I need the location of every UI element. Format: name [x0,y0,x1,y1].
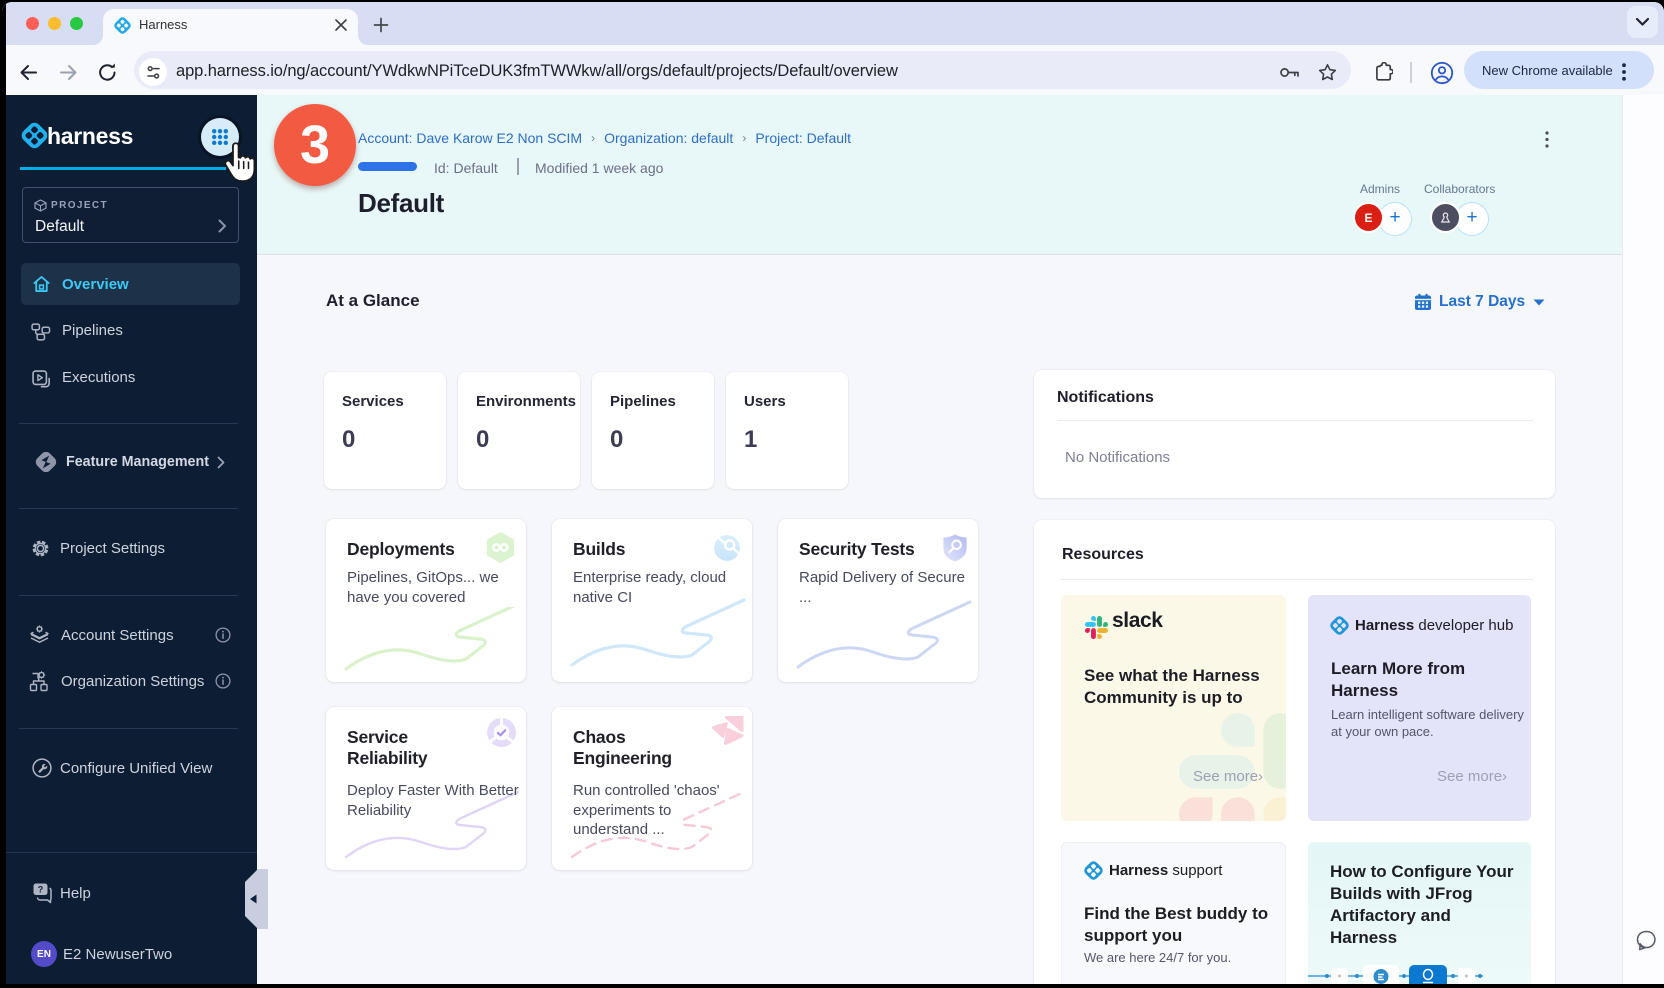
svg-text:?: ? [38,885,44,895]
